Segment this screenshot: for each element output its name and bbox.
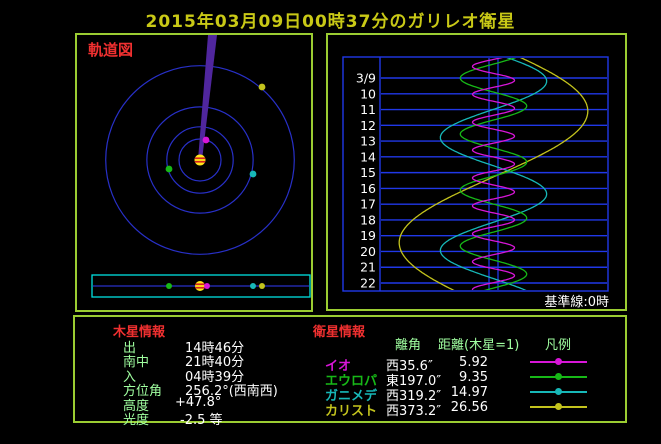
ganymede-strip-dot [250, 283, 256, 289]
date-label: 13 [360, 134, 376, 149]
jupiter-strip-disk [195, 281, 205, 291]
date-label: 15 [360, 165, 376, 180]
wave-curve-panel: 3/910111213141516171819202122 基準線:0時 [326, 33, 627, 311]
orbit-panel-label: 軌道図 [88, 39, 133, 60]
jupiter-info-title: 木星情報 [113, 321, 165, 340]
date-label: 10 [360, 86, 376, 101]
galilean-satellites-app: { "title": "2015年03月09日00時37分のガリレオ衛星", "… [0, 0, 661, 444]
distance-value: 26.56 [423, 400, 488, 415]
reference-line-note: 基準線:0時 [544, 291, 609, 310]
legend-dot [555, 388, 562, 395]
jupiter-info-value: +47.8° [175, 395, 221, 410]
date-label: 16 [360, 181, 376, 196]
date-label: 3/9 [356, 71, 376, 86]
orbit-diagram [77, 35, 311, 310]
date-label: 12 [360, 118, 376, 133]
date-label: 18 [360, 212, 376, 227]
legend-dot [555, 403, 562, 410]
distance-value: 9.35 [423, 370, 488, 385]
io-strip-dot [204, 283, 210, 289]
jupiter-disk [195, 155, 206, 166]
date-label: 11 [360, 102, 376, 117]
distance-header: 距離(木星=1) [438, 334, 519, 353]
date-label: 21 [360, 260, 376, 275]
ganymede-dot [250, 171, 257, 178]
jupiter-info-value: -2.5 等 [180, 409, 223, 428]
エウロパ-curve [460, 58, 526, 293]
legend-dot [555, 358, 562, 365]
jupiter-info-label: 光度 [123, 409, 149, 428]
info-panel: 木星情報 出14時46分南中21時40分入04時39分方位角256.2°(西南西… [73, 315, 627, 423]
page-title: 2015年03月09日00時37分のガリレオ衛星 [0, 7, 661, 32]
elongation-header: 離角 [395, 334, 421, 353]
io-dot [203, 137, 210, 144]
wave-curve-chart: 3/910111213141516171819202122 [328, 35, 625, 309]
callisto-strip-dot [259, 283, 265, 289]
orbit-diagram-panel: 軌道図 [75, 33, 313, 312]
date-label: 20 [360, 244, 376, 259]
satellite-name: カリスト [325, 400, 377, 419]
europa-dot [166, 166, 173, 173]
satellite-info-title: 衛星情報 [313, 321, 365, 340]
date-label: 22 [360, 276, 376, 291]
date-label: 19 [360, 228, 376, 243]
distance-value: 5.92 [423, 355, 488, 370]
legend-dot [555, 373, 562, 380]
callisto-dot [259, 84, 266, 91]
distance-value: 14.97 [423, 385, 488, 400]
europa-strip-dot [166, 283, 172, 289]
legend-header: 凡例 [545, 334, 571, 353]
date-label: 14 [360, 149, 376, 164]
date-label: 17 [360, 197, 376, 212]
